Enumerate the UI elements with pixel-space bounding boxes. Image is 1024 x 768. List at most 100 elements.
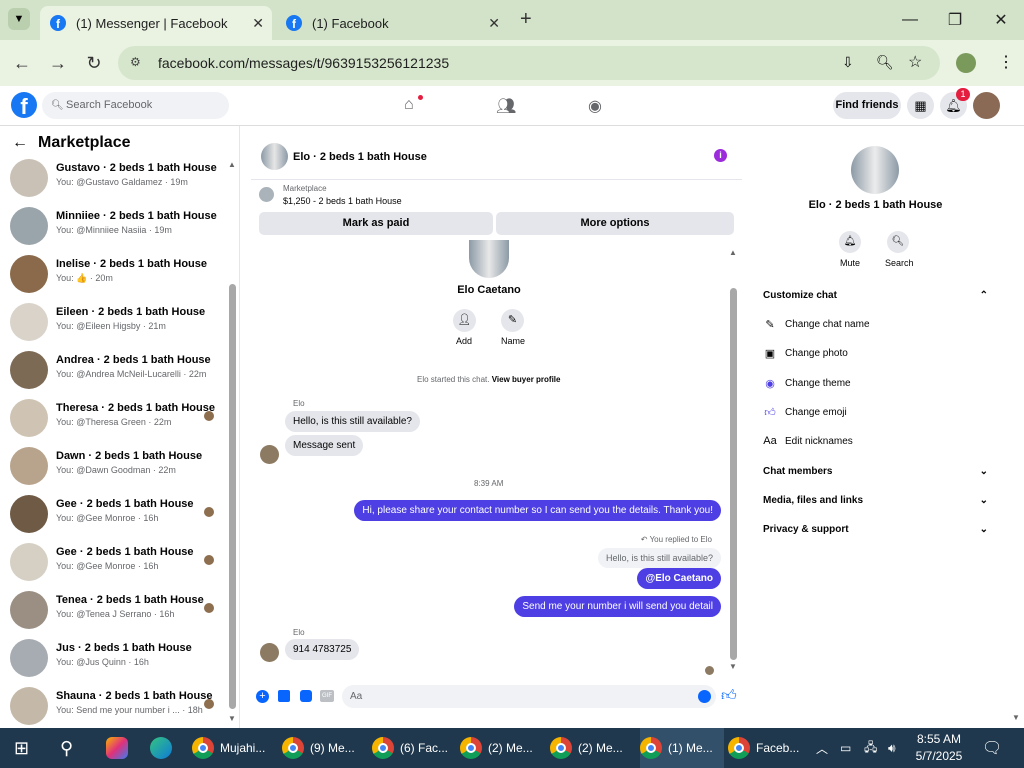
add-person-button[interactable]: 👤︎ bbox=[453, 309, 476, 332]
chat-list-item[interactable]: Gustavo · 2 beds 1 bath House You: @Gusta… bbox=[10, 159, 217, 207]
url-text[interactable]: facebook.com/messages/t/9639153256121235 bbox=[158, 55, 449, 71]
search-icon[interactable]: ⚲ bbox=[60, 728, 73, 768]
account-avatar[interactable] bbox=[973, 92, 1000, 119]
chat-members-section[interactable]: Chat members ⌄ bbox=[763, 466, 988, 477]
volume-icon[interactable]: 🔊︎ bbox=[888, 728, 896, 768]
chat-list-item[interactable]: Minniiee · 2 beds 1 bath House You: @Minn… bbox=[10, 207, 217, 255]
change-photo-item[interactable]: ▣ Change photo bbox=[763, 343, 988, 363]
photo-icon[interactable] bbox=[278, 690, 290, 702]
browser-menu-icon[interactable]: ⋮ bbox=[998, 52, 1014, 72]
message-bubble-outgoing[interactable]: Hi, please share your contact number so … bbox=[354, 500, 721, 521]
conversation-avatar[interactable] bbox=[261, 143, 288, 170]
sticker-icon[interactable] bbox=[300, 690, 312, 702]
reload-icon[interactable]: ↻ bbox=[83, 52, 105, 74]
taskbar-chrome-window[interactable]: (1) Me... bbox=[640, 728, 724, 768]
taskbar-chrome-window[interactable]: (6) Fac... bbox=[372, 728, 456, 768]
search-in-chat-button[interactable]: 🔍︎ bbox=[887, 231, 909, 253]
new-tab-button[interactable]: + bbox=[520, 8, 532, 31]
maximize-icon[interactable]: ❐ bbox=[940, 8, 970, 32]
tab-messenger[interactable]: f (1) Messenger | Facebook ✕ bbox=[40, 6, 272, 40]
edit-nicknames-item[interactable]: Aa Edit nicknames bbox=[763, 431, 988, 451]
media-files-section[interactable]: Media, files and links ⌄ bbox=[763, 495, 988, 506]
message-bubble-outgoing[interactable]: @Elo Caetano bbox=[637, 568, 721, 589]
close-tab-icon[interactable]: ✕ bbox=[252, 15, 264, 32]
plus-icon[interactable]: + bbox=[256, 690, 269, 703]
conversation-title[interactable]: Elo · 2 beds 1 bath House bbox=[293, 151, 427, 163]
change-emoji-item[interactable]: 👍︎ Change emoji bbox=[763, 402, 988, 422]
details-avatar[interactable] bbox=[851, 146, 899, 194]
chat-list-item[interactable]: Shauna · 2 beds 1 bath House You: Send me… bbox=[10, 687, 214, 728]
show-hidden-icons[interactable]: ︿ bbox=[816, 728, 828, 768]
conversation-scroll-up[interactable]: ▲ bbox=[729, 248, 737, 257]
close-tab-icon[interactable]: ✕ bbox=[488, 15, 500, 32]
gif-icon[interactable]: GIF bbox=[320, 690, 334, 702]
message-bubble-incoming[interactable]: Hello, is this still available? bbox=[285, 411, 420, 432]
like-icon[interactable]: 👍︎ bbox=[721, 687, 737, 705]
scroll-up-arrow[interactable]: ▲ bbox=[228, 160, 236, 169]
privacy-support-section[interactable]: Privacy & support ⌄ bbox=[763, 524, 988, 535]
forward-icon[interactable]: → bbox=[47, 52, 69, 74]
taskbar-chrome-window[interactable]: (2) Me... bbox=[550, 728, 634, 768]
groups-icon[interactable]: ◉ bbox=[588, 96, 602, 116]
bookmark-star-icon[interactable]: ☆ bbox=[908, 52, 922, 72]
edit-name-button[interactable]: ✎ bbox=[501, 309, 524, 332]
chat-list-item[interactable]: Dawn · 2 beds 1 bath House You: @Dawn Goo… bbox=[10, 447, 210, 495]
chat-list-item[interactable]: Theresa · 2 beds 1 bath House You: @There… bbox=[10, 399, 215, 447]
change-theme-item[interactable]: ◉ Change theme bbox=[763, 373, 988, 393]
taskbar-chrome-window[interactable]: Faceb... bbox=[728, 728, 812, 768]
mark-as-paid-button[interactable]: Mark as paid bbox=[259, 212, 493, 235]
device-icon[interactable]: ▭ bbox=[840, 728, 851, 768]
mute-button[interactable]: 🔔︎ bbox=[839, 231, 861, 253]
tab-facebook[interactable]: f (1) Facebook ✕ bbox=[276, 6, 508, 40]
edge-icon[interactable] bbox=[150, 728, 172, 768]
notification-center-icon[interactable]: 🗨︎ bbox=[982, 728, 1002, 768]
message-bubble-outgoing[interactable]: Send me your number i will send you deta… bbox=[514, 596, 721, 617]
network-icon[interactable]: 🖧︎ bbox=[864, 728, 877, 768]
taskbar-chrome-window[interactable]: (9) Me... bbox=[282, 728, 366, 768]
quoted-message[interactable]: Hello, is this still available? bbox=[597, 548, 721, 568]
chat-list-item[interactable]: Gee · 2 beds 1 bath House You: @Gee Monro… bbox=[10, 495, 214, 543]
clock[interactable]: 8:55 AM 5/7/2025 bbox=[908, 731, 970, 765]
start-button[interactable]: ⊞ bbox=[14, 728, 29, 768]
address-bar[interactable]: ⚙ facebook.com/messages/t/96391532561212… bbox=[118, 46, 940, 80]
copilot-icon[interactable] bbox=[106, 728, 128, 768]
profile-icon[interactable] bbox=[956, 53, 976, 73]
info-icon[interactable]: i bbox=[714, 149, 727, 162]
facebook-search-input[interactable]: 🔍︎ Search Facebook bbox=[42, 92, 229, 119]
site-info-icon[interactable]: ⚙ bbox=[130, 55, 141, 69]
chat-list-item[interactable]: Andrea · 2 beds 1 bath House You: @Andrea… bbox=[10, 351, 211, 399]
more-options-button[interactable]: More options bbox=[496, 212, 734, 235]
taskbar-chrome-window[interactable]: Mujahi... bbox=[192, 728, 276, 768]
chat-list-item[interactable]: Tenea · 2 beds 1 bath House You: @Tenea J… bbox=[10, 591, 214, 639]
zoom-icon[interactable]: 🔍︎ bbox=[876, 54, 894, 71]
view-buyer-profile-link[interactable]: View buyer profile bbox=[492, 375, 561, 384]
facebook-logo-icon[interactable]: f bbox=[11, 92, 37, 118]
page-scroll-down-arrow[interactable]: ▼ bbox=[1012, 713, 1020, 722]
tab-search-button[interactable]: ▼ bbox=[8, 8, 30, 30]
scroll-down-arrow[interactable]: ▼ bbox=[228, 714, 236, 723]
menu-grid-icon[interactable]: ▦ bbox=[907, 92, 934, 119]
chat-list-item[interactable]: Gee · 2 beds 1 bath House You: @Gee Monro… bbox=[10, 543, 214, 591]
home-icon[interactable]: ⌂ bbox=[404, 96, 414, 114]
friends-icon[interactable]: 👥︎ bbox=[496, 96, 516, 116]
message-bubble-incoming[interactable]: Message sent bbox=[285, 435, 364, 456]
change-chat-name-item[interactable]: ✎ Change chat name bbox=[763, 314, 988, 334]
message-input[interactable]: Aa bbox=[342, 685, 716, 708]
window-close-icon[interactable]: ✕ bbox=[986, 8, 1016, 32]
conversation-scroll-down[interactable]: ▼ bbox=[729, 662, 737, 671]
back-arrow-icon[interactable]: ← bbox=[12, 134, 28, 152]
customize-chat-section[interactable]: Customize chat ⌃ bbox=[763, 290, 988, 301]
chat-list-scrollbar[interactable] bbox=[229, 284, 236, 709]
conversation-scrollbar[interactable] bbox=[730, 288, 737, 660]
back-icon[interactable]: ← bbox=[11, 52, 33, 74]
taskbar-chrome-window[interactable]: (2) Me... bbox=[460, 728, 544, 768]
emoji-icon[interactable] bbox=[698, 690, 711, 703]
message-bubble-incoming[interactable]: 914 4783725 bbox=[285, 639, 360, 660]
find-friends-button[interactable]: Find friends bbox=[833, 92, 901, 119]
chat-list-item[interactable]: Eileen · 2 beds 1 bath House You: @Eileen… bbox=[10, 303, 210, 351]
chat-list-item[interactable]: Inelise · 2 beds 1 bath House You: 👍 · 20… bbox=[10, 255, 210, 303]
chat-list-item[interactable]: Jus · 2 beds 1 bath House You: @Jus Quinn… bbox=[10, 639, 210, 687]
install-app-icon[interactable]: ⇩ bbox=[842, 54, 854, 71]
minimize-icon[interactable]: — bbox=[895, 8, 925, 32]
profile-avatar[interactable] bbox=[469, 240, 509, 278]
